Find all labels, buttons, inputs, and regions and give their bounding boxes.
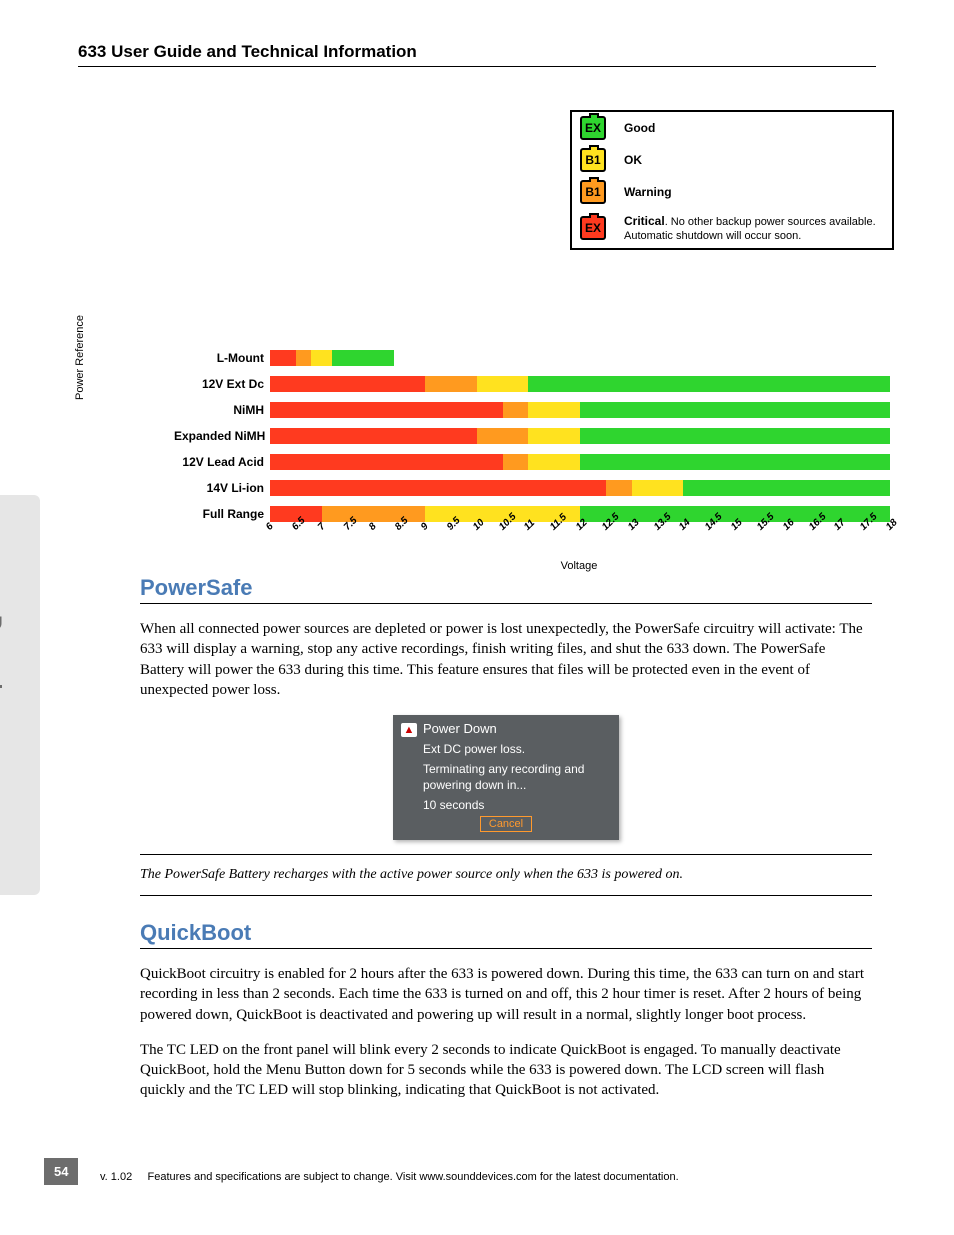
dialog-countdown: 10 seconds — [423, 798, 611, 812]
chart-segment-good — [580, 454, 890, 470]
chart-segment-ok — [528, 428, 580, 444]
chart-row-label: L-Mount — [174, 351, 270, 365]
warning-icon: ▲ — [401, 723, 417, 737]
battery-icon: EX — [580, 216, 606, 240]
dialog-line2: Terminating any recording and powering d… — [423, 761, 611, 793]
legend-label: Good — [624, 121, 655, 135]
quickboot-p1: QuickBoot circuitry is enabled for 2 hou… — [140, 964, 872, 1025]
legend-label: OK — [624, 153, 642, 167]
chart-segment-ok — [311, 350, 332, 366]
chart-segment-critical — [270, 428, 477, 444]
chart-segment-warning — [503, 454, 529, 470]
chart-row: 14V Li-ion — [174, 475, 894, 501]
chart-row: 12V Ext Dc — [174, 371, 894, 397]
rule — [140, 948, 872, 949]
note-rule-bottom — [140, 895, 872, 896]
footer: v. 1.02 Features and specifications are … — [100, 1171, 876, 1183]
battery-icon: B1 — [580, 180, 606, 204]
section-quickboot: QuickBoot QuickBoot circuitry is enabled… — [140, 920, 872, 1116]
power-down-dialog: ▲ Power Down Ext DC power loss. Terminati… — [393, 715, 619, 840]
chart-bar — [270, 428, 890, 444]
heading-quickboot: QuickBoot — [140, 920, 872, 946]
chart-bar — [270, 350, 890, 366]
chart-segment-warning — [503, 402, 529, 418]
chart-row-label: Expanded NiMH — [174, 429, 270, 443]
sidebar-tab — [0, 495, 40, 895]
chart-row-label: 14V Li-ion — [174, 481, 270, 495]
page-header: 633 User Guide and Technical Information — [78, 42, 876, 62]
powersafe-body: When all connected power sources are dep… — [140, 619, 872, 700]
dialog-title: Power Down — [423, 721, 497, 736]
page-number: 54 — [44, 1158, 78, 1185]
chart-segment-ok — [528, 454, 580, 470]
chart-row-label: NiMH — [174, 403, 270, 417]
chart-segment-critical — [270, 402, 503, 418]
chart-row: NiMH — [174, 397, 894, 423]
chart-bar — [270, 454, 890, 470]
chart-segment-warning — [606, 480, 632, 496]
chart-segment-ok — [477, 376, 529, 392]
page: 633 User Guide and Technical Information… — [0, 0, 954, 1235]
legend-label: Critical — [624, 214, 665, 228]
chart-row-label: 12V Ext Dc — [174, 377, 270, 391]
chart-segment-critical — [270, 350, 296, 366]
quickboot-p2: The TC LED on the front panel will blink… — [140, 1040, 872, 1101]
heading-powersafe: PowerSafe — [140, 575, 872, 601]
chart-segment-warning — [296, 350, 312, 366]
chart-segment-critical — [270, 480, 606, 496]
chart-bar — [270, 402, 890, 418]
chart-bar — [270, 480, 890, 496]
battery-icon: EX — [580, 116, 606, 140]
chart-row: 12V Lead Acid — [174, 449, 894, 475]
header-rule — [78, 66, 876, 67]
x-axis-label: Voltage — [264, 560, 894, 572]
chart-bar — [270, 376, 890, 392]
battery-icon: B1 — [580, 148, 606, 172]
chart-segment-critical — [270, 454, 503, 470]
footer-text: Features and specifications are subject … — [148, 1171, 679, 1183]
note-rule-top — [140, 854, 872, 855]
chart-row-label: Full Range — [174, 507, 270, 521]
chart-segment-critical — [270, 376, 425, 392]
powersafe-note: The PowerSafe Battery recharges with the… — [140, 867, 872, 883]
section-powersafe: PowerSafe When all connected power sourc… — [140, 575, 872, 908]
dialog-line1: Ext DC power loss. — [423, 741, 611, 757]
legend-label: Warning — [624, 185, 672, 199]
chart-row: L-Mount — [174, 345, 894, 371]
chart-segment-good — [683, 480, 890, 496]
y-axis-label: Power Reference — [74, 315, 86, 400]
chart-row-label: 12V Lead Acid — [174, 455, 270, 469]
cancel-button[interactable]: Cancel — [480, 816, 532, 832]
chart-segment-ok — [632, 480, 684, 496]
rule — [140, 603, 872, 604]
legend: EXGoodB1OKB1WarningEXCritical. No other … — [570, 110, 894, 250]
chart-segment-good — [528, 376, 890, 392]
chart-segment-good — [332, 350, 394, 366]
chart-segment-warning — [477, 428, 529, 444]
chart-segment-ok — [528, 402, 580, 418]
chart-segment-warning — [322, 506, 425, 522]
chart-row: Expanded NiMH — [174, 423, 894, 449]
chart-segment-good — [580, 428, 890, 444]
sidebar-label: Powering — [0, 615, 6, 718]
chart-segment-good — [580, 402, 890, 418]
chart-segment-warning — [425, 376, 477, 392]
footer-version: v. 1.02 — [100, 1171, 132, 1183]
